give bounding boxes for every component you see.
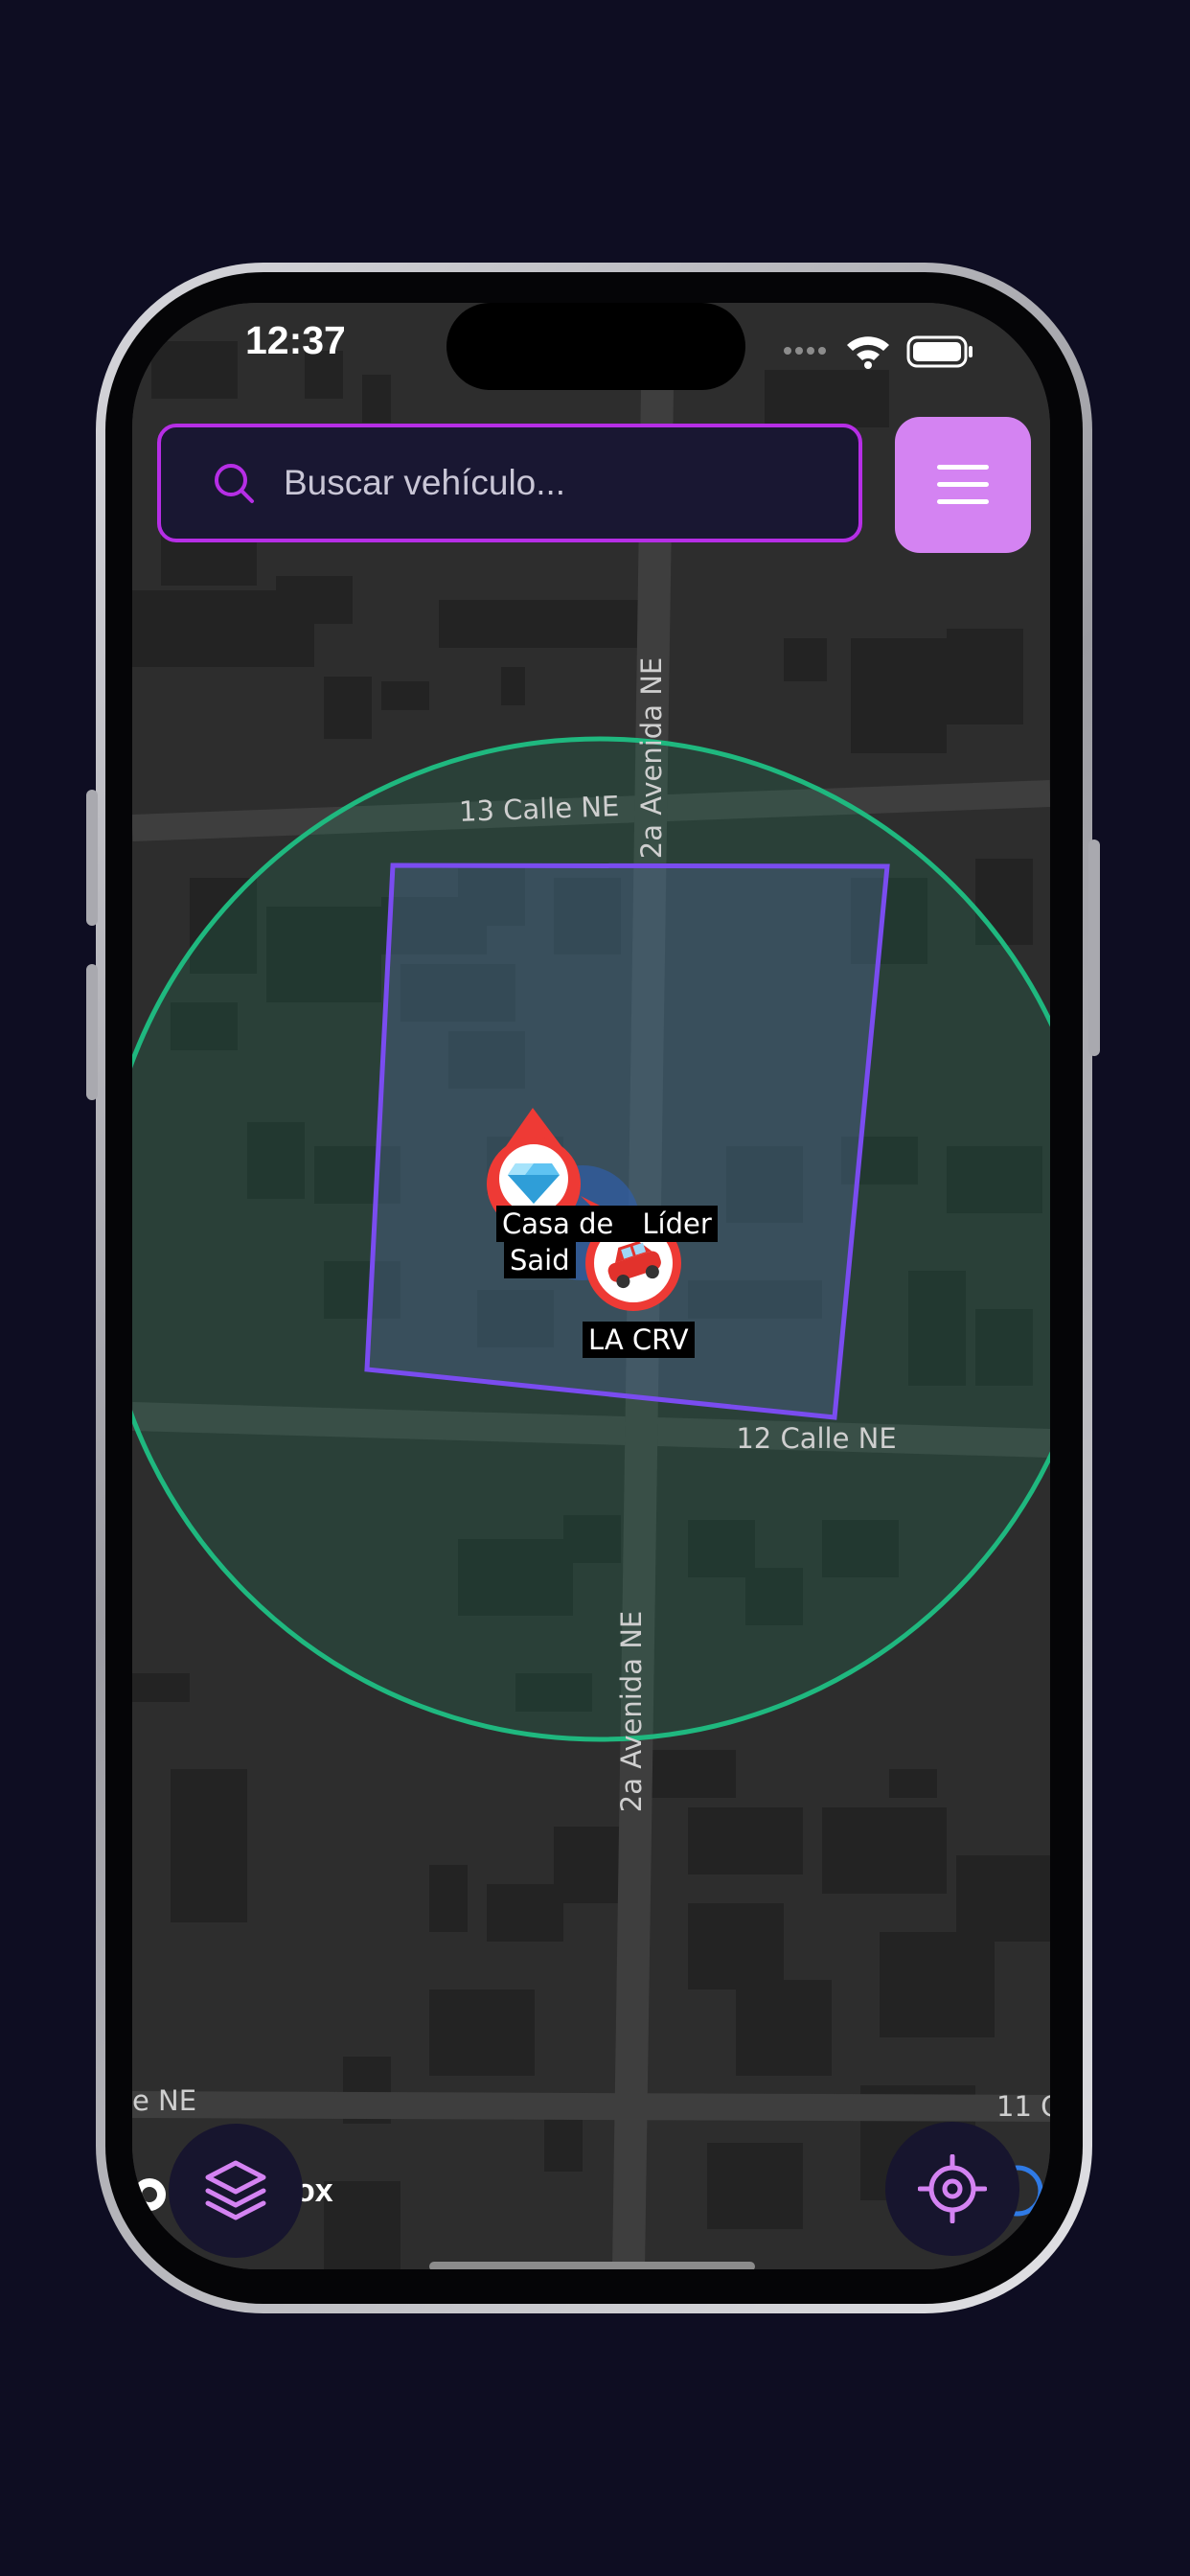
street-label-left-partial: e NE (132, 2084, 196, 2117)
place-label-line1: Casa de (502, 1208, 614, 1240)
place-marker-label-line2: Said (504, 1242, 576, 1278)
power-button (1088, 840, 1100, 1056)
status-time: 12:37 (245, 318, 346, 362)
street-label-2a-avenida-bottom: 2a Avenida NE (615, 1611, 648, 1812)
layers-icon (205, 2160, 266, 2220)
volume-up-button (86, 790, 98, 926)
dynamic-island (446, 303, 745, 390)
hamburger-icon (937, 465, 989, 504)
street-label-2a-avenida-top: 2a Avenida NE (635, 657, 668, 859)
map-view[interactable]: 13 Calle NE 12 Calle NE 2a Avenida NE 2a… (132, 303, 1050, 2269)
search-icon (215, 464, 254, 503)
vehicle-marker-label: LA CRV (583, 1322, 695, 1358)
crosshair-icon (918, 2154, 987, 2223)
street-label-13-calle: 13 Calle NE (458, 790, 619, 828)
locate-button[interactable] (885, 2122, 1019, 2256)
phone-screen: 13 Calle NE 12 Calle NE 2a Avenida NE 2a… (132, 303, 1050, 2269)
search-input[interactable]: Buscar vehículo... (284, 463, 565, 503)
layers-button[interactable] (169, 2124, 303, 2258)
street-label-12-calle: 12 Calle NE (736, 1422, 896, 1455)
mapbox-logo-icon (133, 2178, 166, 2211)
search-bar[interactable]: Buscar vehículo... (157, 424, 862, 542)
place-marker-label: Casa de Líder (496, 1206, 718, 1242)
place-label-line1-end: Líder (642, 1208, 712, 1240)
volume-down-button (86, 964, 98, 1100)
battery-icon (906, 335, 973, 368)
menu-button[interactable] (895, 417, 1031, 553)
wifi-icon (847, 336, 889, 369)
status-icons (784, 335, 973, 369)
street-label-right-partial: 11 C (996, 2090, 1050, 2123)
signal-icon (784, 347, 826, 355)
home-indicator[interactable] (429, 2262, 755, 2269)
